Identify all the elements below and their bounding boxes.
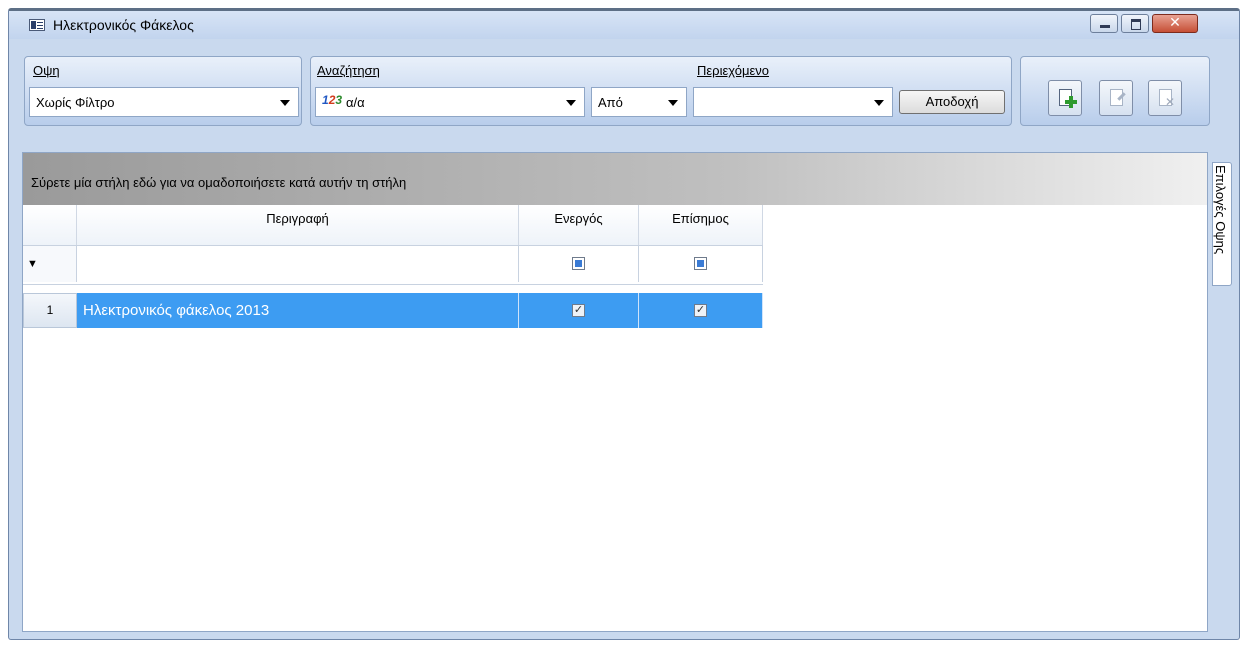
group-by-band[interactable]: Σύρετε μία στήλη εδώ για να ομαδοποιήσετ… [23,153,1207,205]
filter-official-cell[interactable] [639,246,763,282]
filter-row-header: ▼ [23,246,77,282]
view-filter-value: Χωρίς Φίλτρο [36,95,115,110]
row-active-cell[interactable]: ✓ [519,293,639,328]
table-row[interactable]: Ηλεκτρονικός φάκελος 2013 ✓ ✓ [77,293,763,328]
view-label: Οψη [33,63,60,78]
content-combo[interactable] [693,87,893,117]
chevron-down-icon [668,100,678,106]
search-field-value: α/α [346,95,365,110]
close-button[interactable]: ✕ [1152,14,1198,33]
row-active-checkbox[interactable]: ✓ [572,304,585,317]
filter-active-checkbox[interactable] [572,257,585,270]
view-options-label: Επιλογές Οψης [1213,165,1228,255]
row-official-cell[interactable]: ✓ [639,293,763,328]
view-filter-combo[interactable]: Χωρίς Φίλτρο [29,87,299,117]
filter-row: ▼ [23,245,763,285]
numeric-field-icon: 123 [322,93,343,107]
delete-icon: ✕ [1165,95,1176,109]
maximize-button[interactable] [1121,14,1149,33]
chevron-down-icon [280,100,290,106]
column-header-official[interactable]: Επίσημος [639,205,763,245]
close-icon: ✕ [1169,14,1181,30]
content-label: Περιεχόμενο [697,63,769,78]
search-label: Αναζήτηση [317,63,380,78]
chevron-down-icon [874,100,884,106]
view-options-tab[interactable]: Επιλογές Οψης [1212,162,1232,286]
chevron-down-icon [566,100,576,106]
row-description-cell[interactable]: Ηλεκτρονικός φάκελος 2013 [77,293,519,328]
minimize-button[interactable] [1090,14,1118,33]
row-header-corner [23,205,77,245]
window-title: Ηλεκτρονικός Φάκελος [53,17,194,33]
accept-button[interactable]: Αποδοχή [899,90,1005,114]
filter-icon: ▼ [27,258,38,270]
add-icon [1065,96,1077,108]
data-grid[interactable]: Σύρετε μία στήλη εδώ για να ομαδοποιήσετ… [22,152,1208,632]
edit-record-button[interactable] [1099,80,1133,116]
add-record-button[interactable] [1048,80,1082,116]
filter-description-input[interactable] [77,246,519,282]
search-field-combo[interactable]: 123 α/α [315,87,585,117]
operator-combo[interactable]: Από [591,87,687,117]
title-bar[interactable]: Ηλεκτρονικός Φάκελος ✕ [9,11,1239,39]
row-official-checkbox[interactable]: ✓ [694,304,707,317]
search-group: Αναζήτηση 123 α/α Από Περιεχόμενο Αποδοχ… [310,56,1012,126]
group-by-hint: Σύρετε μία στήλη εδώ για να ομαδοποιήσετ… [31,175,407,190]
column-header-description[interactable]: Περιγραφή [77,205,519,245]
row-description: Ηλεκτρονικός φάκελος 2013 [83,302,270,319]
operator-value: Από [598,95,623,110]
view-group: Οψη Χωρίς Φίλτρο [24,56,302,126]
column-header-active[interactable]: Ενεργός [519,205,639,245]
filter-official-checkbox[interactable] [694,257,707,270]
delete-record-button[interactable]: ✕ [1148,80,1182,116]
filter-active-cell[interactable] [519,246,639,282]
app-icon [29,19,45,31]
row-number[interactable]: 1 [23,293,77,328]
